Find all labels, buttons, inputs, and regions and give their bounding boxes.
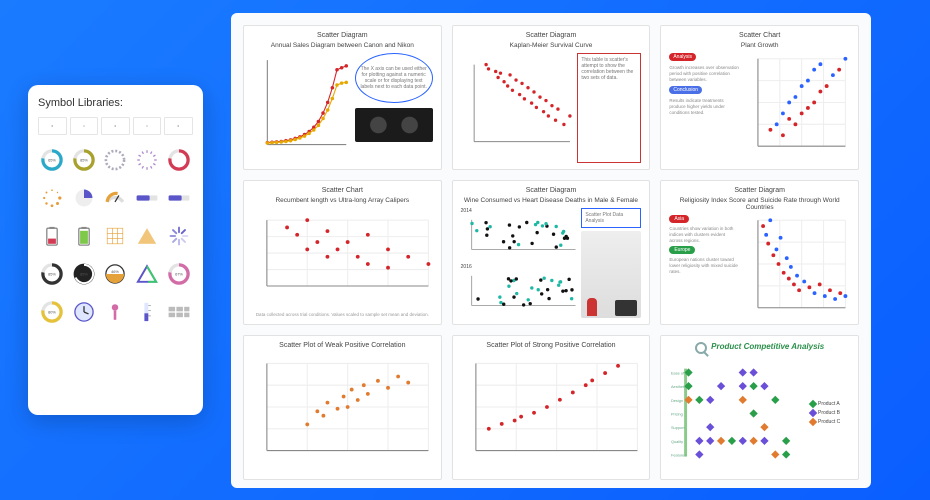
- template-card[interactable]: Scatter Diagram Annual Sales Diagram betw…: [243, 25, 442, 170]
- thumbnail-item[interactable]: [133, 117, 162, 135]
- annotation-text: Growth increases over observation period…: [669, 65, 739, 83]
- chart-area: [252, 53, 351, 163]
- card-subtitle: Wine Consumed vs Heart Disease Deaths in…: [461, 197, 642, 204]
- chart-legend: Product AProduct BProduct C: [810, 354, 850, 473]
- svg-text:65%: 65%: [48, 158, 56, 163]
- card-title: Product Competitive Analysis: [711, 342, 824, 352]
- panel-label: 2016: [461, 264, 578, 270]
- template-card[interactable]: Scatter Chart Recumbent length vs Ultra-l…: [243, 180, 442, 325]
- card-footnote: Data collected across trial conditions. …: [252, 312, 433, 318]
- ring-ticks[interactable]: [133, 143, 161, 177]
- tag-badge: Conclusion: [669, 86, 702, 94]
- template-card[interactable]: Scatter Diagram Wine Consumed vs Heart Di…: [452, 180, 651, 325]
- chart-area: [743, 53, 850, 163]
- donut-teal[interactable]: 65%: [38, 143, 66, 177]
- clock-icon[interactable]: [70, 295, 98, 329]
- annotation-note: Scatter Plot Data Analysis: [581, 208, 641, 228]
- card-title: Scatter Diagram: [461, 32, 642, 40]
- card-title: Scatter Chart: [252, 187, 433, 195]
- chart-area: [252, 352, 433, 473]
- card-subtitle: Kaplan-Meier Survival Curve: [461, 42, 642, 49]
- card-title: Scatter Plot of Weak Positive Correlatio…: [252, 342, 433, 350]
- donut-dark[interactable]: 85%: [70, 257, 98, 291]
- chart-area: [461, 352, 642, 473]
- card-subtitle: Religiosity Index Score and Suicide Rate…: [669, 197, 850, 211]
- spinner-dots[interactable]: [38, 181, 66, 215]
- tag-badge: Asia: [669, 215, 689, 223]
- thumbnail-item[interactable]: [101, 117, 130, 135]
- chart-area: [461, 53, 574, 163]
- ring-dotted[interactable]: [102, 143, 130, 177]
- svg-text:Design: Design: [671, 397, 683, 402]
- bar-progress[interactable]: [133, 181, 161, 215]
- panel-heading: Symbol Libraries:: [38, 97, 193, 109]
- card-title: Scatter Plot of Strong Positive Correlat…: [461, 342, 642, 350]
- svg-text:46%: 46%: [112, 269, 120, 274]
- svg-text:Features: Features: [671, 452, 686, 457]
- card-photo: [355, 108, 433, 142]
- pie-quarter[interactable]: [70, 181, 98, 215]
- chart-area: [743, 215, 850, 324]
- scale-bar[interactable]: [133, 295, 161, 329]
- svg-text:Support: Support: [671, 425, 686, 430]
- card-title: Scatter Diagram: [669, 187, 850, 195]
- mini-gallery[interactable]: [165, 295, 193, 329]
- icon-grid: 65% 85% 85% 85% 46% 67% 80%: [38, 143, 193, 403]
- bar-progress-alt[interactable]: [165, 181, 193, 215]
- half-fill[interactable]: 46%: [102, 257, 130, 291]
- chart-area: Ease of useAestheticsDesignPricingSuppor…: [669, 354, 806, 473]
- grid-icon[interactable]: [102, 219, 130, 253]
- annotation-note: The X axis can be used either for plotti…: [355, 53, 433, 103]
- thumbnail-item[interactable]: [70, 117, 99, 135]
- template-gallery: Scatter Diagram Annual Sales Diagram betw…: [231, 13, 871, 488]
- donut-white[interactable]: 85%: [38, 257, 66, 291]
- annotation-text: European nations cluster toward lower re…: [669, 257, 739, 275]
- template-card[interactable]: Scatter Chart Plant Growth Analysis Growt…: [660, 25, 859, 170]
- svg-text:85%: 85%: [48, 272, 56, 277]
- svg-text:85%: 85%: [80, 272, 88, 277]
- annotation-text: Countries show variation in both indices…: [669, 226, 739, 244]
- template-card[interactable]: Scatter Diagram Religiosity Index Score a…: [660, 180, 859, 325]
- battery-green[interactable]: [70, 219, 98, 253]
- donut-yellow[interactable]: 80%: [38, 295, 66, 329]
- annotation-text: Results indicate treatments produce high…: [669, 98, 739, 116]
- card-title: Scatter Chart: [669, 32, 850, 40]
- svg-text:80%: 80%: [48, 310, 56, 315]
- thumbnail-item[interactable]: [38, 117, 67, 135]
- thumbnail-item[interactable]: [164, 117, 193, 135]
- dial[interactable]: [102, 181, 130, 215]
- svg-text:85%: 85%: [80, 158, 88, 163]
- tag-badge: Europe: [669, 246, 695, 254]
- symbol-libraries-panel: Symbol Libraries: 65% 85% 85% 85% 46% 67%…: [28, 85, 203, 415]
- tag-badge: Analysis: [669, 53, 696, 61]
- svg-text:Quality: Quality: [671, 438, 683, 443]
- magnifier-icon: [695, 342, 707, 354]
- template-card[interactable]: Scatter Plot of Weak Positive Correlatio…: [243, 335, 442, 480]
- donut-pink[interactable]: 67%: [165, 257, 193, 291]
- card-title: Scatter Diagram: [461, 187, 642, 195]
- template-card[interactable]: Scatter Diagram Kaplan-Meier Survival Cur…: [452, 25, 651, 170]
- card-title: Scatter Diagram: [252, 32, 433, 40]
- chart-area: [461, 216, 578, 262]
- card-subtitle: Plant Growth: [669, 42, 850, 49]
- template-card[interactable]: Product Competitive Analysis Ease of use…: [660, 335, 859, 480]
- spinner-lines[interactable]: [165, 219, 193, 253]
- panel-label: 2014: [461, 208, 578, 214]
- template-card[interactable]: Scatter Plot of Strong Positive Correlat…: [452, 335, 651, 480]
- annotation-note: This table is scatter's attempt to show …: [577, 53, 641, 163]
- card-subtitle: Recumbent length vs Ultra-long Array Cal…: [252, 197, 433, 204]
- thumbnail-row: [38, 117, 193, 135]
- triangle-up[interactable]: [133, 219, 161, 253]
- card-subtitle: Annual Sales Diagram between Canon and N…: [252, 42, 433, 49]
- ring-red[interactable]: [165, 143, 193, 177]
- person-icon[interactable]: [102, 295, 130, 329]
- svg-text:67%: 67%: [175, 272, 183, 277]
- chart-area: [252, 208, 433, 309]
- triangle-outline[interactable]: [133, 257, 161, 291]
- card-illustration: [581, 231, 641, 318]
- svg-text:Pricing: Pricing: [671, 411, 683, 416]
- chart-area: [461, 272, 578, 318]
- donut-olive[interactable]: 85%: [70, 143, 98, 177]
- battery-red[interactable]: [38, 219, 66, 253]
